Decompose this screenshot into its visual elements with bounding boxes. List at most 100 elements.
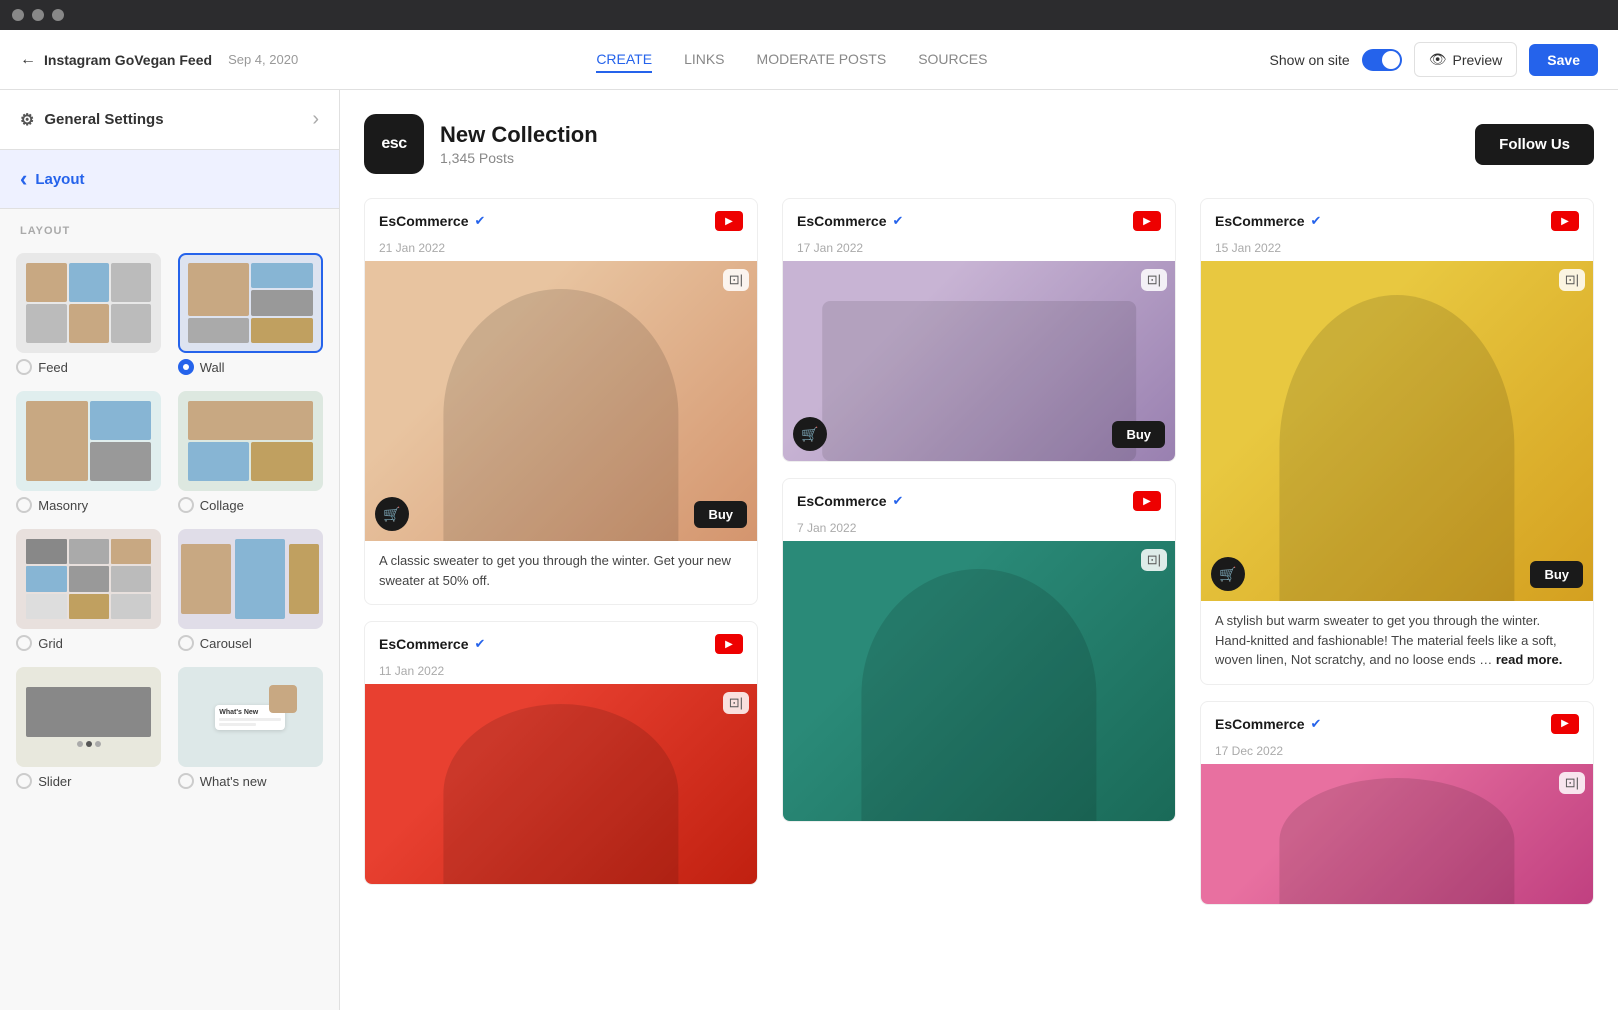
post-date: 15 Jan 2022 <box>1201 241 1593 261</box>
post-date: 11 Jan 2022 <box>365 664 757 684</box>
layout-item-collage[interactable]: Collage <box>178 391 324 513</box>
thumb-cell <box>188 318 250 343</box>
feed-date: Sep 4, 2020 <box>228 52 298 67</box>
layout-radio-collage[interactable] <box>178 497 194 513</box>
buy-button[interactable]: Buy <box>694 501 747 528</box>
tab-create[interactable]: CREATE <box>596 47 652 73</box>
youtube-icon <box>1551 714 1579 734</box>
content-area: esc New Collection 1,345 Posts Follow Us… <box>340 90 1618 1010</box>
post-image: ⊡| 🛒 Buy <box>1201 261 1593 601</box>
sidebar: General Settings Layout LAYOUT <box>0 90 340 1010</box>
feed-name: Instagram GoVegan Feed <box>44 52 212 68</box>
tab-links[interactable]: LINKS <box>684 47 724 73</box>
arrow-left-icon <box>20 51 36 69</box>
layout-item-masonry[interactable]: Masonry <box>16 391 162 513</box>
post-column-2: EsCommerce ✔ 17 Jan 2022 ⊡| 🛒 Buy <box>782 198 1176 905</box>
post-image: ⊡| <box>365 684 757 884</box>
show-site-toggle[interactable] <box>1362 49 1402 71</box>
layout-item-whatsnew[interactable]: What's New What's new <box>178 667 324 789</box>
post-header: EsCommerce ✔ <box>783 199 1175 239</box>
chevron-right-icon <box>312 108 319 131</box>
cart-icon[interactable]: 🛒 <box>793 417 827 451</box>
thumb-cell <box>26 539 66 564</box>
layout-radio-masonry[interactable] <box>16 497 32 513</box>
post-header: EsCommerce ✔ <box>365 199 757 239</box>
verified-icon: ✔ <box>475 636 486 652</box>
thumb-cell <box>111 594 151 619</box>
cart-icon[interactable]: 🛒 <box>375 497 409 531</box>
layout-radio-whatsnew[interactable] <box>178 773 194 789</box>
layout-thumb-carousel <box>178 529 323 629</box>
buy-button[interactable]: Buy <box>1530 561 1583 588</box>
post-header: EsCommerce ✔ <box>1201 702 1593 742</box>
thumb-cell <box>188 442 250 481</box>
layout-label-row-wall: Wall <box>178 359 323 375</box>
eye-icon <box>1429 51 1447 68</box>
layout-item-feed[interactable]: Feed <box>16 253 162 375</box>
layout-label: Layout <box>35 171 84 188</box>
thumb-cell <box>26 594 66 619</box>
post-author: EsCommerce ✔ <box>1215 716 1321 732</box>
gear-icon <box>20 110 34 130</box>
tab-moderate-posts[interactable]: MODERATE POSTS <box>757 47 887 73</box>
tab-sources[interactable]: SOURCES <box>918 47 987 73</box>
layout-radio-slider[interactable] <box>16 773 32 789</box>
author-name: EsCommerce <box>797 493 887 509</box>
feed-info: New Collection 1,345 Posts <box>440 122 1459 166</box>
general-settings-section[interactable]: General Settings <box>0 90 339 150</box>
layout-name-grid: Grid <box>38 636 63 651</box>
verified-icon: ✔ <box>1311 213 1322 229</box>
layout-thumb-masonry <box>16 391 161 491</box>
thumb-cell <box>69 566 109 591</box>
topnav-tabs: CREATE LINKS MODERATE POSTS SOURCES <box>314 47 1269 73</box>
main-layout: General Settings Layout LAYOUT <box>0 90 1618 1010</box>
post-image: ⊡| <box>1201 764 1593 904</box>
read-more-link[interactable]: read more. <box>1496 652 1562 667</box>
layout-section[interactable]: Layout <box>0 150 339 209</box>
feed-posts-count: 1,345 Posts <box>440 150 1459 166</box>
layout-thumb-slider <box>16 667 161 767</box>
person-silhouette <box>1279 778 1514 904</box>
layout-label-row-collage: Collage <box>178 497 323 513</box>
layout-item-carousel[interactable]: Carousel <box>178 529 324 651</box>
chevron-left-icon <box>20 166 27 192</box>
buy-button[interactable]: Buy <box>1112 421 1165 448</box>
post-text: A stylish but warm sweater to get you th… <box>1201 601 1593 684</box>
preview-button[interactable]: Preview <box>1414 42 1518 77</box>
layout-item-wall[interactable]: Wall <box>178 253 324 375</box>
thumb-cell <box>69 539 109 564</box>
post-date: 21 Jan 2022 <box>365 241 757 261</box>
post-image: ⊡| <box>783 541 1175 821</box>
back-button[interactable]: Instagram GoVegan Feed Sep 4, 2020 <box>20 51 298 69</box>
topnav: Instagram GoVegan Feed Sep 4, 2020 CREAT… <box>0 30 1618 90</box>
thumb-cell <box>111 539 151 564</box>
follow-button[interactable]: Follow Us <box>1475 124 1594 165</box>
camera-icon-wrap: ⊡| <box>1559 269 1585 291</box>
layout-label-row-whatsnew: What's new <box>178 773 323 789</box>
layout-name-carousel: Carousel <box>200 636 252 651</box>
layout-item-slider[interactable]: Slider <box>16 667 162 789</box>
layout-radio-feed[interactable] <box>16 359 32 375</box>
thumb-cell <box>251 290 313 315</box>
layout-item-grid[interactable]: Grid <box>16 529 162 651</box>
layout-label-row-grid: Grid <box>16 635 161 651</box>
thumb-cell <box>26 304 66 343</box>
titlebar-dot-2 <box>32 9 44 21</box>
layout-radio-grid[interactable] <box>16 635 32 651</box>
author-name: EsCommerce <box>797 213 887 229</box>
verified-icon: ✔ <box>475 213 486 229</box>
person-silhouette <box>1279 295 1514 601</box>
layout-radio-wall[interactable] <box>178 359 194 375</box>
layout-label-row-feed: Feed <box>16 359 161 375</box>
feed-header: esc New Collection 1,345 Posts Follow Us <box>364 114 1594 174</box>
camera-icon-wrap: ⊡| <box>1559 772 1585 794</box>
layout-name-whatsnew: What's new <box>200 774 267 789</box>
layout-name-collage: Collage <box>200 498 244 513</box>
post-author: EsCommerce ✔ <box>797 493 903 509</box>
post-column-1: EsCommerce ✔ 21 Jan 2022 ⊡| 🛒 Buy <box>364 198 758 905</box>
cart-icon[interactable]: 🛒 <box>1211 557 1245 591</box>
thumb-cell <box>188 263 250 316</box>
layout-radio-carousel[interactable] <box>178 635 194 651</box>
titlebar <box>0 0 1618 30</box>
save-button[interactable]: Save <box>1529 44 1598 76</box>
